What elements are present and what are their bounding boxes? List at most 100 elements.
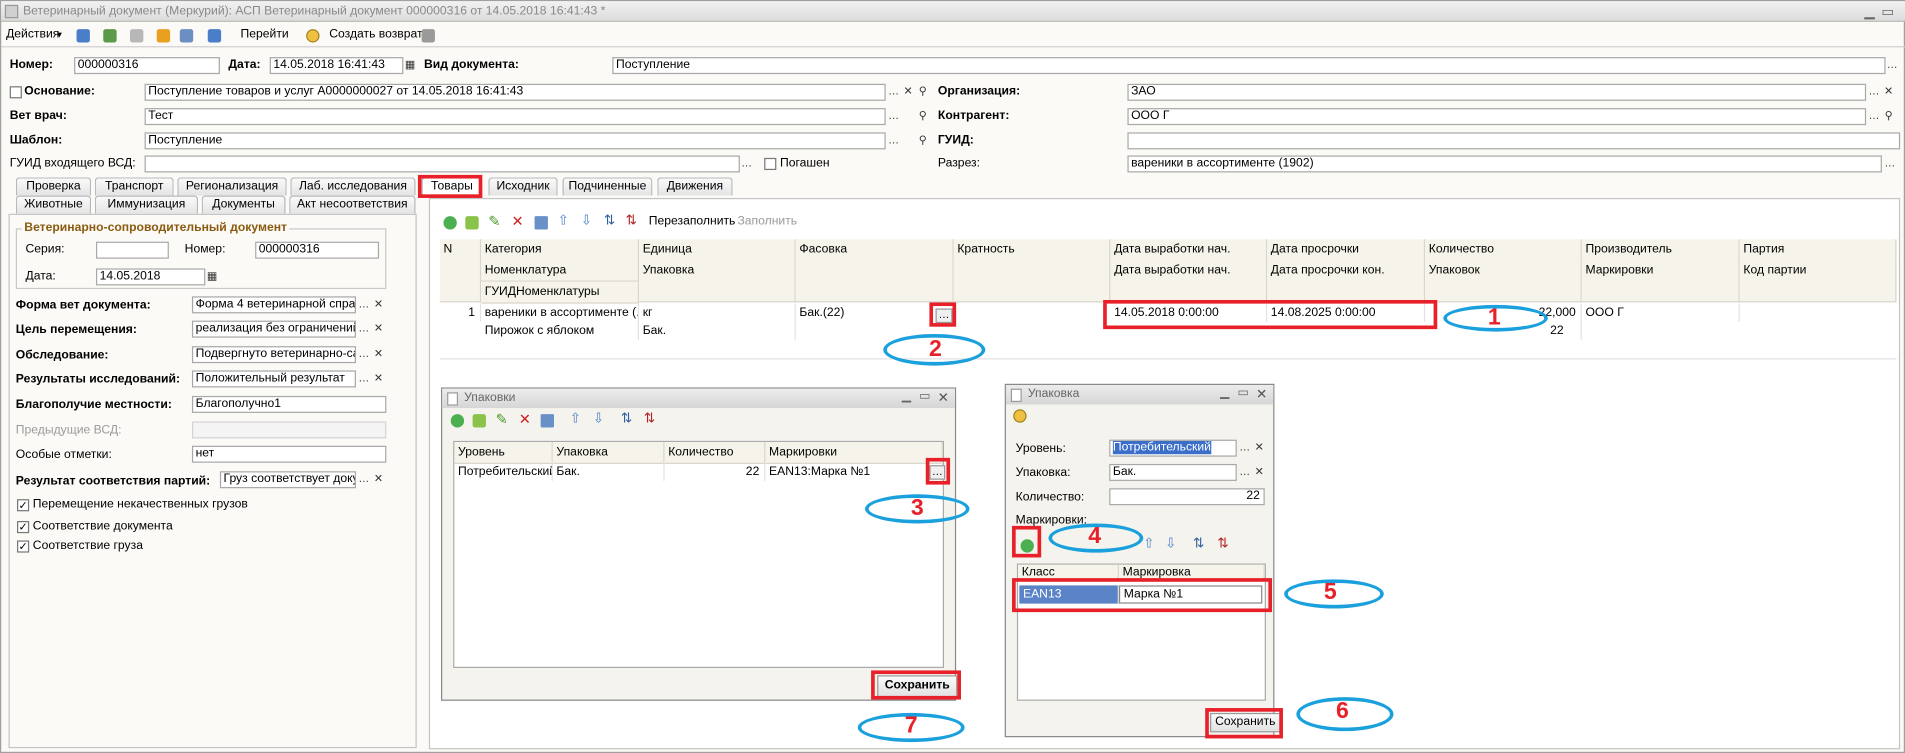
- tab-source[interactable]: Исходник: [488, 177, 558, 196]
- maximize-icon[interactable]: ▭: [1881, 4, 1894, 20]
- calendar-icon[interactable]: ▦: [403, 58, 416, 73]
- search-icon[interactable]: ⚲: [1882, 109, 1895, 124]
- checkbox-checked[interactable]: ✓: [17, 499, 30, 512]
- ellipsis-icon[interactable]: …: [1867, 109, 1880, 124]
- add-icon[interactable]: [443, 216, 457, 230]
- ellipsis-icon[interactable]: …: [1867, 85, 1880, 100]
- copy-icon[interactable]: [129, 29, 144, 43]
- date-field[interactable]: 14.05.2018 16:41:43: [269, 57, 404, 75]
- sort-desc-icon[interactable]: ⇅: [644, 411, 655, 428]
- refill-button[interactable]: Перезаполнить: [649, 214, 736, 231]
- ellipsis-icon[interactable]: …: [887, 109, 900, 124]
- goal-field[interactable]: реализация без ограничений: [191, 320, 356, 338]
- sort-asc-icon[interactable]: ⇅: [621, 411, 632, 428]
- fill-button[interactable]: Заполнить: [737, 214, 797, 231]
- ellipsis-icon[interactable]: …: [1238, 465, 1251, 480]
- checkbox-checked[interactable]: ✓: [17, 540, 30, 553]
- save-icon[interactable]: [540, 414, 555, 428]
- tab-nonconformity[interactable]: Акт несоответствия: [289, 195, 416, 214]
- number-field[interactable]: 000000316: [74, 57, 220, 75]
- delete-icon[interactable]: ✕: [519, 411, 531, 428]
- print-icon[interactable]: [421, 29, 435, 43]
- ellipsis-icon[interactable]: …: [1883, 157, 1896, 172]
- vet-field[interactable]: Тест: [144, 108, 886, 126]
- move-down-icon[interactable]: ⇩: [581, 213, 592, 230]
- packs-row-level[interactable]: Потребительский: [454, 462, 553, 481]
- add-icon[interactable]: [450, 414, 465, 428]
- notes-field[interactable]: нет: [191, 445, 387, 463]
- tab-subordinate[interactable]: Подчиненные: [562, 177, 653, 196]
- doctype-field[interactable]: Поступление: [612, 57, 1886, 75]
- minimize-icon[interactable]: ▁: [902, 390, 911, 403]
- tab-lab[interactable]: Лаб. исследования: [290, 177, 416, 196]
- results-field[interactable]: Положительный результат: [191, 370, 356, 388]
- close-icon[interactable]: ✕: [938, 390, 949, 406]
- tab-regionalization[interactable]: Регионализация: [177, 177, 287, 196]
- copy-icon[interactable]: [472, 414, 486, 428]
- match-field[interactable]: Груз соответствует докум: [219, 471, 356, 489]
- close-icon[interactable]: ✕: [372, 472, 385, 487]
- ellipsis-icon[interactable]: …: [357, 372, 370, 387]
- org-field[interactable]: ЗАО: [1127, 83, 1867, 101]
- row-producer[interactable]: ООО Г: [1582, 303, 1740, 322]
- welfare-field[interactable]: Благополучно1: [191, 395, 387, 413]
- tab-transport[interactable]: Транспорт: [94, 177, 174, 196]
- delete-icon[interactable]: ✕: [511, 213, 523, 230]
- close-icon[interactable]: ✕: [372, 347, 385, 362]
- ellipsis-icon[interactable]: …: [357, 298, 370, 313]
- help-icon[interactable]: [1013, 409, 1027, 423]
- survey-field[interactable]: Подвергнуто ветеринарно-сани: [191, 346, 356, 364]
- counter-field[interactable]: ООО Г: [1127, 108, 1867, 126]
- series-field[interactable]: [95, 241, 169, 259]
- report-icon[interactable]: [103, 29, 117, 43]
- cut-field[interactable]: вареники в ассортименте (1902): [1127, 155, 1882, 173]
- ellipsis-icon[interactable]: …: [887, 85, 900, 100]
- packs-row-markings[interactable]: EAN13:Марка №1: [765, 462, 943, 481]
- pack-field[interactable]: Бак.: [1109, 463, 1237, 481]
- level-field[interactable]: Потребительский: [1109, 439, 1237, 457]
- ellipsis-icon[interactable]: …: [887, 134, 900, 149]
- row-nomenclature[interactable]: Пирожок с яблоком: [481, 321, 640, 341]
- close-icon[interactable]: ✕: [1882, 85, 1895, 100]
- close-icon[interactable]: ✕: [901, 85, 914, 100]
- move-down-icon[interactable]: ⇩: [593, 411, 604, 428]
- form-field[interactable]: Форма 4 ветеринарной справк: [191, 296, 356, 314]
- calendar-icon[interactable]: ▦: [205, 270, 218, 285]
- edit-icon[interactable]: ✎: [496, 411, 508, 428]
- sort-desc-icon[interactable]: ⇅: [1217, 536, 1228, 553]
- template-field[interactable]: Поступление: [144, 132, 886, 150]
- minimize-icon[interactable]: ▁: [1864, 4, 1874, 20]
- ellipsis-icon[interactable]: …: [740, 157, 753, 172]
- search-icon[interactable]: ⚲: [916, 134, 929, 149]
- move-down-icon[interactable]: ⇩: [1165, 536, 1176, 553]
- vsd-number-field[interactable]: 000000316: [255, 241, 380, 259]
- close-icon[interactable]: ✕: [372, 372, 385, 387]
- tab-movements[interactable]: Движения: [657, 177, 733, 196]
- create-return-button[interactable]: Создать возврат: [329, 27, 422, 44]
- tab-immunization[interactable]: Иммунизация: [94, 195, 199, 214]
- close-icon[interactable]: ✕: [1253, 441, 1266, 456]
- sort-desc-icon[interactable]: ⇅: [626, 213, 637, 230]
- in-guid-field[interactable]: [144, 155, 740, 173]
- basis-checkbox[interactable]: [9, 86, 22, 99]
- tab-check[interactable]: Проверка: [15, 177, 92, 196]
- close-icon[interactable]: ✕: [372, 322, 385, 337]
- actions-menu[interactable]: Действия: [6, 27, 59, 44]
- enter-on-basis-icon[interactable]: [207, 29, 222, 43]
- ellipsis-icon[interactable]: …: [357, 472, 370, 487]
- add-icon[interactable]: [156, 29, 171, 43]
- packs-row-quantity[interactable]: 22: [665, 462, 766, 481]
- row-category[interactable]: вареники в ассортименте (...: [481, 303, 640, 322]
- guid-field[interactable]: [1127, 132, 1901, 150]
- ellipsis-icon[interactable]: …: [357, 347, 370, 362]
- goto-menu[interactable]: Перейти: [241, 27, 289, 44]
- move-up-icon[interactable]: ⇧: [1143, 536, 1154, 553]
- basis-field[interactable]: Поступление товаров и услуг А0000000027 …: [144, 83, 886, 101]
- move-up-icon[interactable]: ⇧: [570, 411, 581, 428]
- checkbox-checked[interactable]: ✓: [17, 521, 30, 534]
- packs-row-packaging[interactable]: Бак.: [553, 462, 665, 481]
- close-icon[interactable]: ✕: [372, 298, 385, 313]
- sort-asc-icon[interactable]: ⇅: [1193, 536, 1204, 553]
- sort-asc-icon[interactable]: ⇅: [604, 213, 615, 230]
- minimize-icon[interactable]: ▁: [1220, 386, 1229, 399]
